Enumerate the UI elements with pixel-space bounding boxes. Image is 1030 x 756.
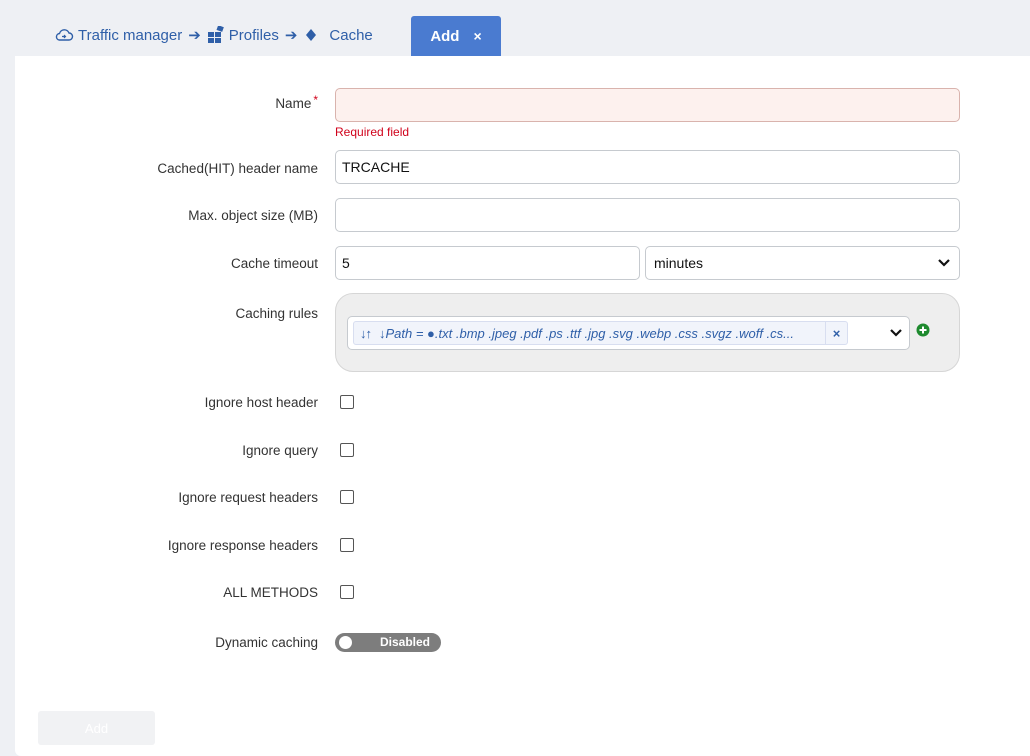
ignore-response-headers-checkbox[interactable] [340, 538, 354, 552]
caching-rule-text: ↓Path = ●.txt .bmp .jpeg .pdf .ps .ttf .… [379, 325, 794, 341]
caching-rules-select[interactable]: ↓↑ ↓Path = ●.txt .bmp .jpeg .pdf .ps .tt… [347, 316, 910, 350]
cache-timeout-unit-select[interactable]: minutes [645, 246, 960, 280]
select-value: minutes [654, 255, 704, 271]
cached-header-input[interactable]: TRCACHE [335, 150, 960, 184]
max-object-size-label: Max. object size (MB) [188, 208, 318, 223]
tab-add[interactable]: Add × [411, 16, 501, 56]
diamond-icon [303, 28, 319, 42]
toggle-knob [339, 636, 352, 649]
caching-rules-label: Caching rules [235, 306, 318, 321]
breadcrumb-cache[interactable]: Cache [303, 26, 373, 44]
arrow-right-icon: ➔ [188, 27, 201, 44]
add-rule-icon[interactable] [916, 323, 930, 342]
breadcrumb-label: Cache [329, 26, 373, 44]
cache-timeout-label: Cache timeout [230, 256, 318, 271]
ignore-host-header-label: Ignore host header [204, 395, 318, 410]
ignore-request-headers-checkbox[interactable] [340, 490, 354, 504]
ignore-host-header-checkbox[interactable] [340, 395, 354, 409]
max-object-size-input[interactable] [335, 198, 960, 232]
add-button[interactable]: Add [38, 711, 155, 745]
chevron-down-icon [937, 255, 951, 271]
ignore-query-label: Ignore query [242, 443, 318, 458]
all-methods-checkbox[interactable] [340, 585, 354, 599]
cache-timeout-input[interactable]: 5 [335, 246, 640, 280]
breadcrumb-profiles[interactable]: Profiles [207, 26, 279, 44]
caching-rule-chip[interactable]: ↓↑ ↓Path = ●.txt .bmp .jpeg .pdf .ps .tt… [353, 321, 848, 345]
dynamic-caching-toggle[interactable]: Disabled [335, 633, 441, 652]
ignore-response-headers-label: Ignore response headers [167, 538, 318, 553]
breadcrumb-label: Profiles [228, 26, 279, 44]
form-panel: Name * Required field Cached(HIT) header … [15, 56, 1030, 756]
ignore-request-headers-label: Ignore request headers [178, 490, 318, 505]
remove-rule-icon[interactable]: × [825, 322, 847, 344]
cloud-icon [54, 28, 74, 42]
chevron-down-icon[interactable] [889, 325, 903, 343]
required-mark: * [313, 93, 318, 107]
arrow-right-icon: ➔ [284, 27, 298, 44]
tab-label: Add [430, 27, 460, 45]
breadcrumb-label: Traffic manager [78, 26, 183, 44]
dynamic-caching-label: Dynamic caching [215, 635, 318, 650]
cached-header-label: Cached(HIT) header name [157, 161, 318, 176]
breadcrumb-traffic-manager[interactable]: Traffic manager [54, 27, 182, 44]
caching-rules-box: ↓↑ ↓Path = ●.txt .bmp .jpeg .pdf .ps .tt… [335, 293, 960, 372]
name-input[interactable] [335, 88, 960, 122]
name-label: Name * [275, 93, 318, 111]
toggle-state: Disabled [380, 635, 431, 649]
close-icon[interactable]: × [473, 28, 481, 44]
all-methods-label: ALL METHODS [223, 585, 318, 600]
top-bar: Traffic manager ➔ Profiles ➔ Cache Add × [0, 0, 1030, 56]
name-error: Required field [335, 125, 410, 139]
sort-icon: ↓↑ [360, 325, 372, 341]
breadcrumb: Traffic manager ➔ Profiles ➔ Cache [54, 26, 373, 44]
profiles-grid-icon [207, 26, 225, 44]
ignore-query-checkbox[interactable] [340, 443, 354, 457]
